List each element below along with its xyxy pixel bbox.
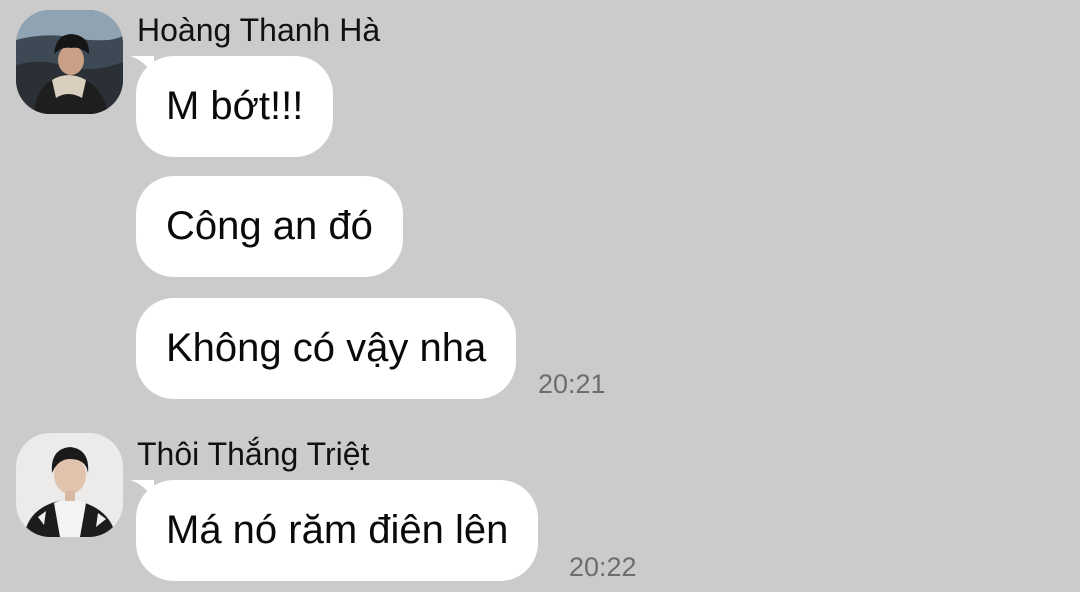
sender-name: Hoàng Thanh Hà bbox=[137, 12, 381, 48]
message-text: M bớt!!! bbox=[166, 84, 304, 128]
message-bubble[interactable]: Má nó răm điên lên bbox=[130, 480, 539, 581]
message-text: Má nó răm điên lên bbox=[166, 508, 509, 552]
bubble-tail bbox=[130, 480, 154, 500]
message-bubble[interactable]: Công an đó bbox=[136, 176, 403, 277]
message-text: Công an đó bbox=[166, 204, 373, 248]
message-bubble[interactable]: M bớt!!! bbox=[130, 56, 334, 157]
bubble-tail bbox=[130, 56, 154, 76]
message-timestamp: 20:22 bbox=[569, 552, 637, 582]
message-bubble[interactable]: Không có vậy nha bbox=[136, 298, 517, 399]
message-timestamp: 20:21 bbox=[538, 369, 606, 399]
user-avatar-photo-icon bbox=[16, 433, 123, 537]
avatar-thoi-thang-triet[interactable] bbox=[16, 433, 123, 537]
user-avatar-photo-icon bbox=[16, 10, 123, 114]
message-text: Không có vậy nha bbox=[166, 326, 487, 370]
avatar-hoang-thanh-ha[interactable] bbox=[16, 10, 123, 114]
sender-name: Thôi Thắng Triệt bbox=[137, 436, 370, 472]
